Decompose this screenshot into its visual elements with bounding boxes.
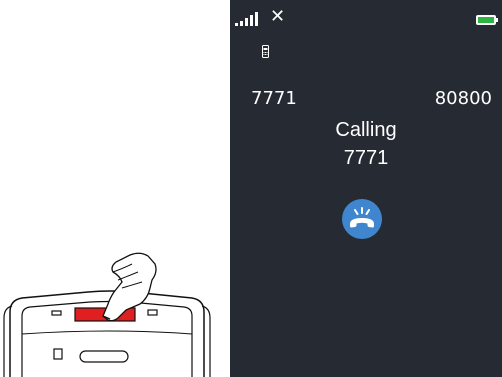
calling-number: 7771 [343, 147, 389, 169]
call-status-label: Calling [335, 119, 397, 141]
end-call-button[interactable] [342, 199, 382, 239]
secondary-number: 80800 [434, 88, 492, 109]
instruction-stage: ✕ 7771 80800 Calling 7771 [0, 0, 502, 377]
hand-pressing-phone-illustration [0, 252, 215, 377]
battery-icon [476, 15, 498, 25]
hang-up-phone-icon [350, 207, 374, 228]
signal-bars-icon [235, 12, 258, 26]
sim-card-icon [262, 45, 269, 58]
status-bar: ✕ [230, 0, 502, 36]
phone-hand-icon [3, 252, 211, 377]
no-network-icon: ✕ [270, 6, 286, 27]
phone-screen: ✕ 7771 80800 Calling 7771 [230, 0, 502, 377]
dialed-number: 7771 [251, 88, 297, 109]
